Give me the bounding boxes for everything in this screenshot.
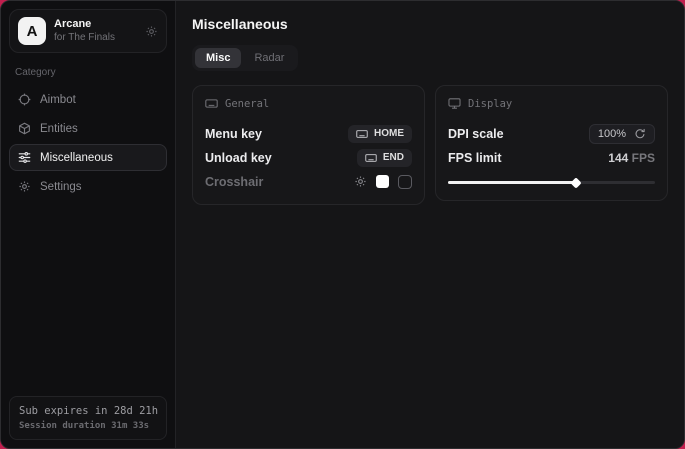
fps-limit-label: FPS limit: [448, 151, 501, 165]
sidebar-item-label: Entities: [40, 123, 78, 135]
sidebar-item-label: Settings: [40, 181, 82, 193]
app-logo: A: [18, 17, 46, 45]
sliders-icon: [18, 151, 31, 164]
sidebar: A Arcane for The Finals Category: [1, 1, 176, 448]
unload-key-value: END: [383, 152, 404, 163]
menu-key-value: HOME: [374, 128, 404, 139]
display-card: Display DPI scale 100%: [435, 85, 668, 201]
crosshair-color-swatch[interactable]: [376, 175, 389, 188]
fps-limit-value: 144 FPS: [608, 151, 655, 165]
dpi-scale-value: 100%: [598, 128, 626, 140]
fps-limit-number: 144: [608, 151, 628, 165]
crosshair-enabled-checkbox[interactable]: [398, 175, 412, 189]
app-subtitle: for The Finals: [54, 32, 137, 45]
sidebar-nav: Aimbot Entities: [9, 86, 167, 200]
unload-key-label: Unload key: [205, 151, 272, 165]
refresh-icon: [634, 128, 646, 140]
cards-row: General Menu key HOME: [192, 85, 668, 205]
fps-limit-slider[interactable]: [448, 175, 655, 189]
sidebar-item-label: Miscellaneous: [40, 152, 113, 164]
menu-key-row: Menu key HOME: [205, 122, 412, 145]
menu-key-label: Menu key: [205, 127, 262, 141]
crosshair-settings-gear-icon[interactable]: [354, 175, 367, 188]
display-card-header: Display: [448, 97, 655, 110]
sidebar-item-entities[interactable]: Entities: [9, 115, 167, 142]
crosshair-label: Crosshair: [205, 175, 263, 189]
crosshair-icon: [18, 93, 31, 106]
menu-key-bind-button[interactable]: HOME: [348, 125, 412, 143]
keyboard-icon: [365, 152, 377, 164]
sidebar-item-aimbot[interactable]: Aimbot: [9, 86, 167, 113]
tab-misc[interactable]: Misc: [195, 48, 241, 68]
unload-key-row: Unload key END: [205, 146, 412, 169]
profile-card: A Arcane for The Finals: [9, 9, 167, 53]
tab-bar: Misc Radar: [192, 45, 298, 71]
dpi-scale-row: DPI scale 100%: [448, 122, 655, 145]
keyboard-icon: [356, 128, 368, 140]
fps-limit-unit: FPS: [632, 151, 655, 165]
fps-limit-row: FPS limit 144 FPS: [448, 146, 655, 169]
dpi-scale-select[interactable]: 100%: [589, 124, 655, 144]
cube-icon: [18, 122, 31, 135]
subscription-info-card: Sub expires in 28d 21h Session duration …: [9, 396, 167, 440]
unload-key-bind-button[interactable]: END: [357, 149, 412, 167]
tab-radar[interactable]: Radar: [243, 48, 295, 68]
crosshair-controls: [354, 175, 412, 189]
sidebar-item-miscellaneous[interactable]: Miscellaneous: [9, 144, 167, 171]
profile-text: Arcane for The Finals: [54, 18, 137, 44]
profile-gear-icon[interactable]: [145, 25, 158, 38]
app-window: A Arcane for The Finals Category: [0, 0, 685, 449]
display-card-title: Display: [468, 98, 512, 110]
main-content: Miscellaneous Misc Radar General: [176, 1, 684, 448]
gear-icon: [18, 180, 31, 193]
sub-expiry-text: Sub expires in 28d 21h: [19, 405, 157, 417]
sidebar-item-label: Aimbot: [40, 94, 76, 106]
general-card-header: General: [205, 97, 412, 110]
session-duration-text: Session duration 31m 33s: [19, 421, 157, 431]
category-label: Category: [15, 67, 161, 78]
crosshair-row: Crosshair: [205, 170, 412, 193]
keyboard-icon: [205, 97, 218, 110]
sidebar-item-settings[interactable]: Settings: [9, 173, 167, 200]
monitor-icon: [448, 97, 461, 110]
general-card: General Menu key HOME: [192, 85, 425, 205]
dpi-scale-label: DPI scale: [448, 127, 504, 141]
app-name: Arcane: [54, 18, 137, 32]
page-title: Miscellaneous: [192, 16, 668, 32]
general-card-title: General: [225, 98, 269, 110]
fps-slider-thumb[interactable]: [571, 177, 582, 188]
fps-slider-fill: [448, 181, 576, 184]
